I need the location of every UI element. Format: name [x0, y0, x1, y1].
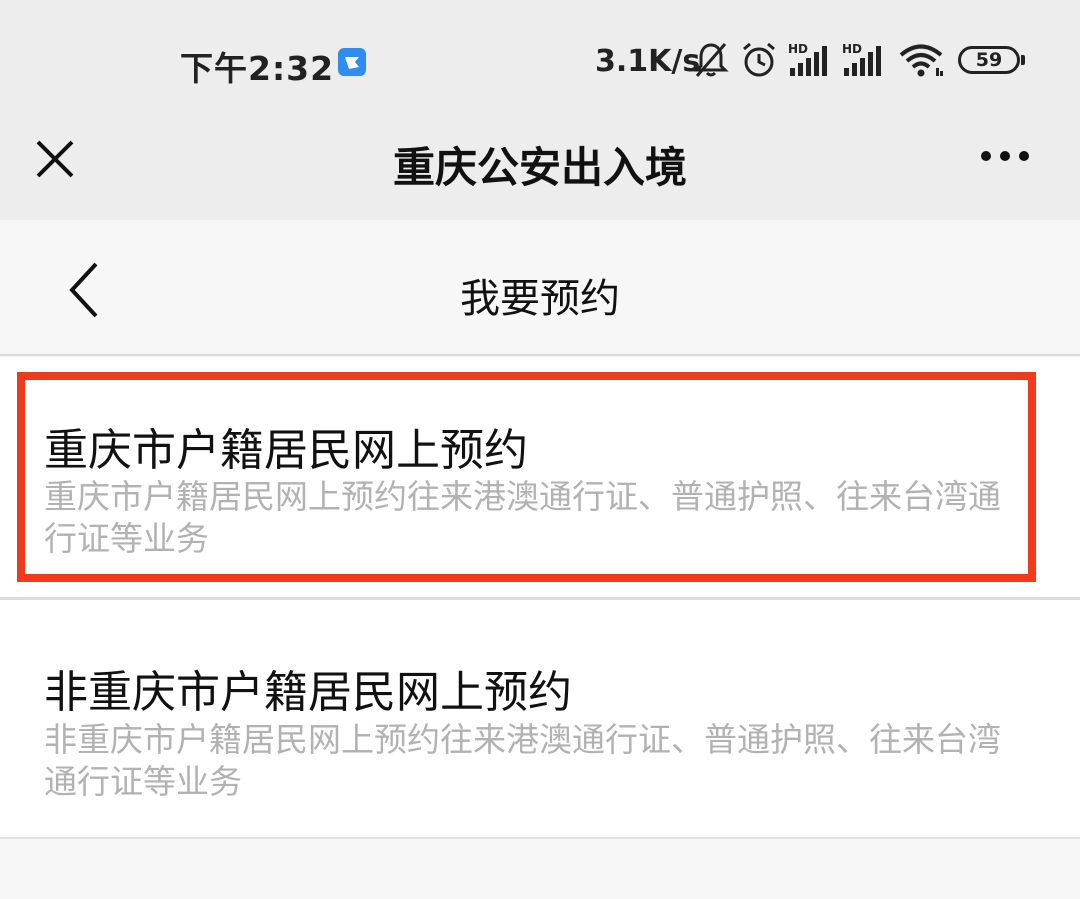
more-icon [981, 151, 1029, 161]
title-bar: 重庆公安出入境 [0, 110, 1080, 220]
list-item-non-chongqing-residents[interactable]: 非重庆市户籍居民网上预约 非重庆市户籍居民网上预约往来港澳通行证、普通护照、往来… [0, 600, 1080, 837]
close-icon [36, 140, 74, 178]
more-button[interactable] [975, 134, 1035, 184]
svg-text:HD: HD [788, 42, 808, 56]
list-item-chongqing-residents[interactable]: 重庆市户籍居民网上预约 重庆市户籍居民网上预约往来港澳通行证、普通护照、往来台湾… [0, 357, 1080, 597]
svg-text:HD: HD [842, 42, 862, 56]
app-notification-icon [338, 48, 366, 76]
page-title: 我要预约 [460, 276, 620, 322]
list-item-title: 非重庆市户籍居民网上预约 [44, 667, 572, 718]
page-background [0, 839, 1080, 899]
wifi-icon [898, 44, 944, 78]
status-bar: 下午2:32 3.1K/s HD HD 59 [0, 0, 1080, 110]
battery-nub [1021, 55, 1025, 65]
network-speed: 3.1K/s [595, 44, 701, 79]
close-button[interactable] [30, 134, 80, 184]
status-time: 下午2:32 [180, 49, 335, 88]
battery-level: 59 [975, 49, 1003, 71]
list-item-title: 重庆市户籍居民网上预约 [44, 425, 528, 476]
back-button[interactable] [60, 260, 110, 320]
alarm-clock-icon [740, 40, 778, 80]
page-header: 我要预约 [0, 220, 1080, 356]
hd-signal-icon: HD [842, 42, 886, 78]
hd-signal-icon: HD [788, 42, 832, 78]
list-item-description: 重庆市户籍居民网上预约往来港澳通行证、普通护照、往来台湾通行证等业务 [44, 477, 1001, 558]
chevron-left-icon [69, 262, 98, 318]
battery-icon: 59 [958, 46, 1020, 74]
list-item-description: 非重庆市户籍居民网上预约往来港澳通行证、普通护照、往来台湾通行证等业务 [44, 720, 1001, 801]
mute-bell-icon [693, 40, 729, 80]
window-title: 重庆公安出入境 [392, 143, 687, 192]
